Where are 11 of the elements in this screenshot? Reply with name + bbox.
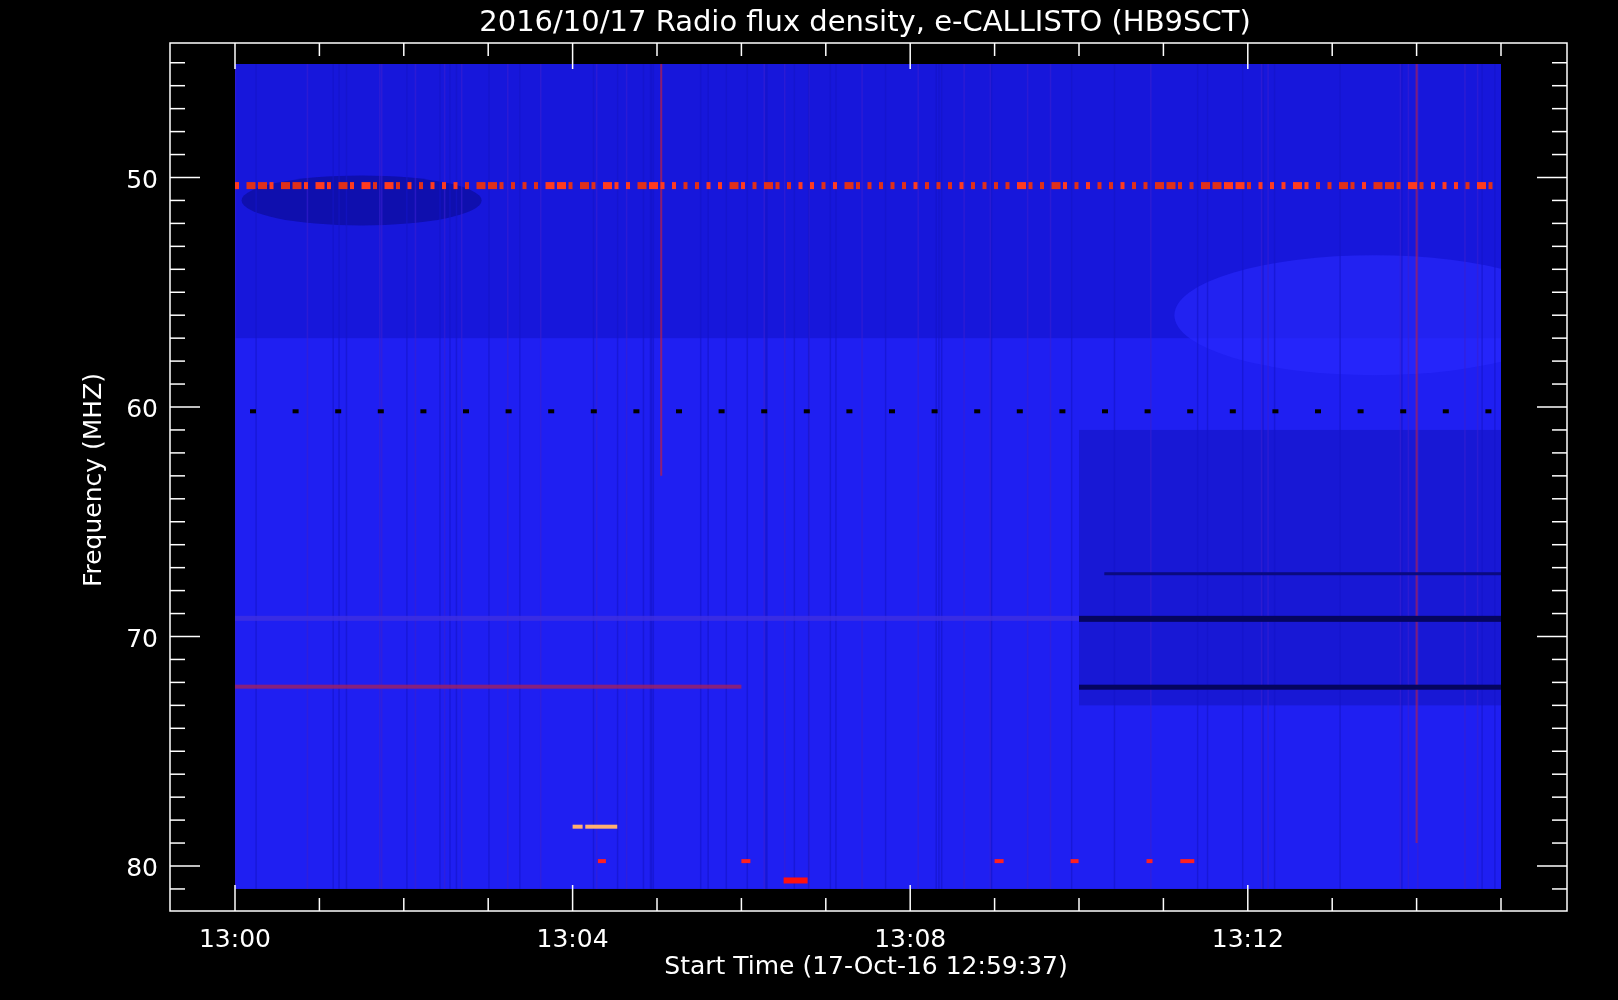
- plot-title: 2016/10/17 Radio flux density, e-CALLISTO (HB9SCT): [479, 4, 1251, 38]
- tick-label: 13:12: [1211, 924, 1284, 953]
- axis-label: Start Time (17-Oct-16 12:59:37): [664, 951, 1068, 980]
- tick-label: 13:08: [874, 924, 947, 953]
- tick-label: 13:00: [199, 924, 271, 953]
- tick-label: 50: [126, 164, 158, 194]
- tick-label: 13:04: [536, 924, 609, 953]
- axis-label: Frequency (MHZ): [78, 372, 107, 588]
- tick-label: 80: [126, 853, 158, 882]
- tick-label: 60: [126, 394, 158, 423]
- tick-label: 70: [126, 623, 158, 653]
